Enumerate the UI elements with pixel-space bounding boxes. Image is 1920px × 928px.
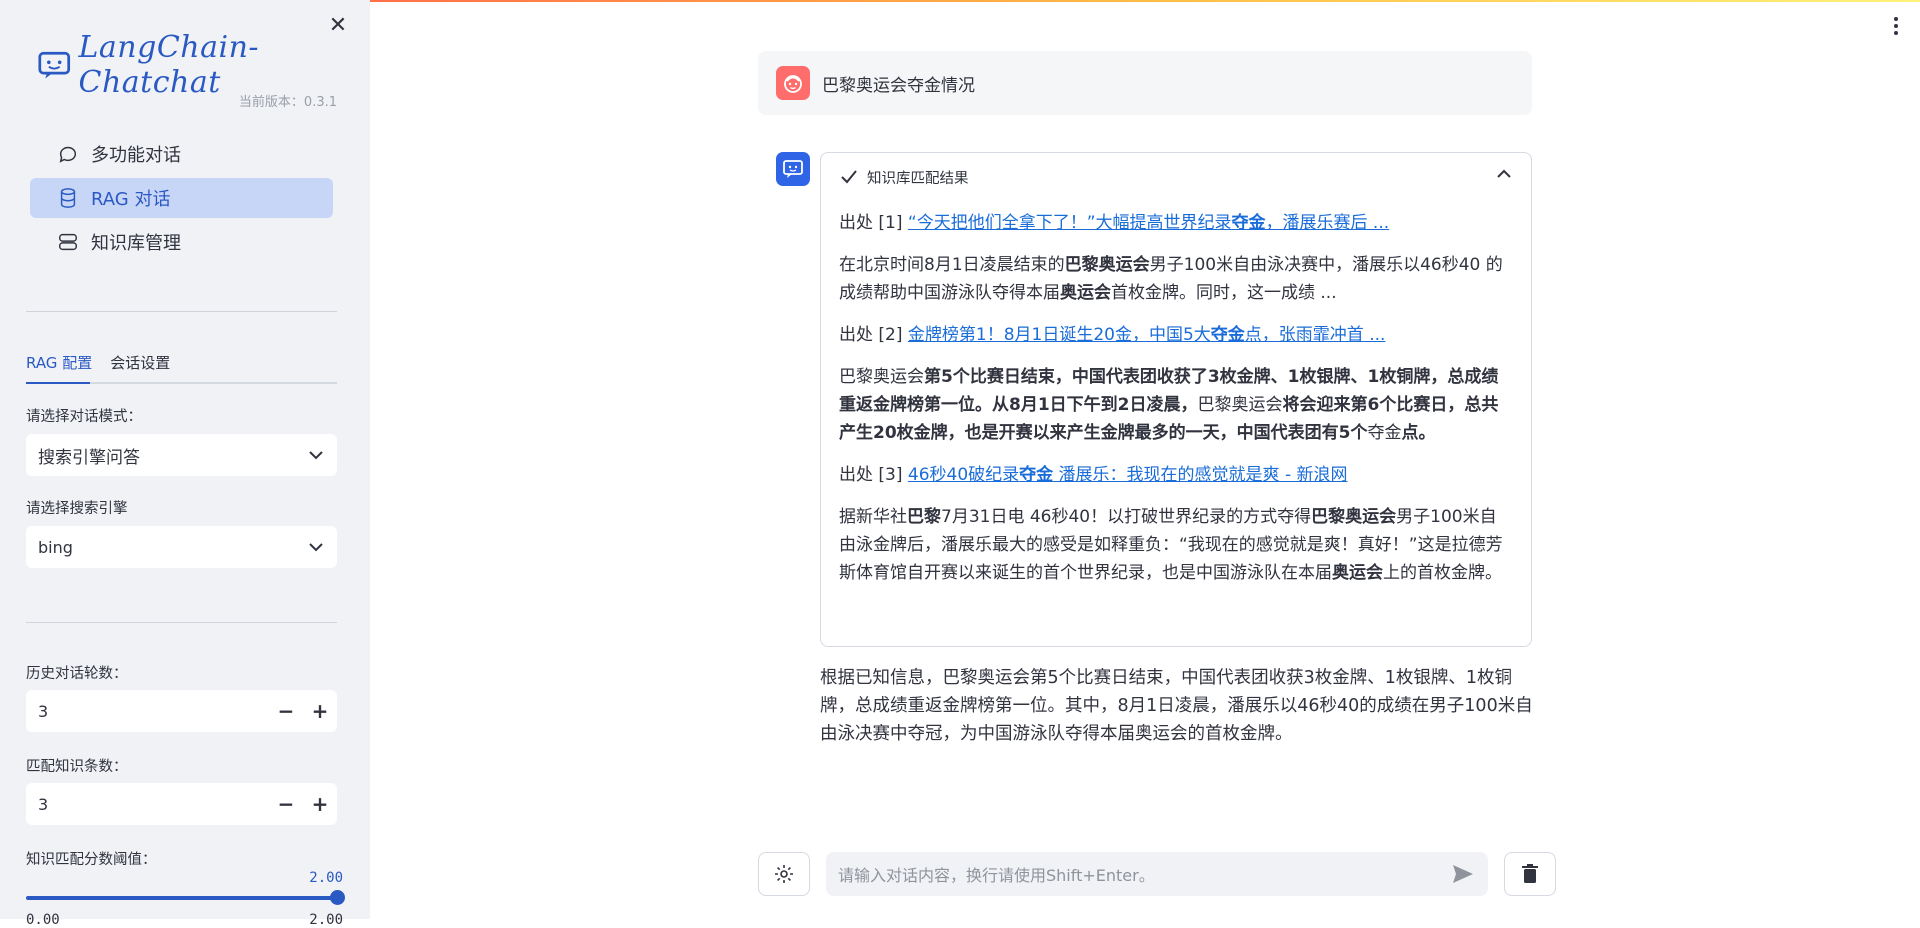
history-rounds-value[interactable]: 3 bbox=[38, 702, 269, 721]
chat-input-bar: 请输入对话内容，换行请使用Shift+Enter。 bbox=[758, 852, 1558, 898]
server-icon bbox=[59, 233, 77, 251]
source-prefix: 出处 [2] bbox=[839, 325, 908, 345]
threshold-value: 2.00 bbox=[309, 870, 343, 886]
history-rounds-label: 历史对话轮数： bbox=[26, 666, 128, 682]
increment-button[interactable]: + bbox=[303, 783, 337, 825]
active-tab-indicator bbox=[26, 382, 90, 384]
source-link[interactable]: 46秒40破纪录夺金 潘展乐：我现在的感觉就是爽 - 新浪网 bbox=[908, 465, 1348, 485]
threshold-label: 知识匹配分数阈值： bbox=[26, 852, 157, 868]
chevron-down-icon bbox=[309, 542, 323, 551]
main-menu-icon[interactable] bbox=[1893, 16, 1901, 36]
expander-body: 出处 [1] “今天把他们全拿下了！”大幅提高世界纪录夺金，潘展乐赛后 ... 在… bbox=[821, 209, 1531, 587]
dialog-mode-select[interactable]: 搜索引擎问答 bbox=[26, 434, 337, 476]
send-icon[interactable] bbox=[1452, 864, 1474, 884]
tab-session-settings[interactable]: 会话设置 bbox=[110, 348, 170, 384]
threshold-min: 0.00 bbox=[26, 912, 60, 928]
user-face-icon bbox=[784, 75, 802, 93]
database-icon bbox=[60, 188, 76, 208]
sidebar-item-label: 多功能对话 bbox=[91, 145, 181, 166]
sidebar-item-kb-manage[interactable]: 知识库管理 bbox=[30, 222, 333, 262]
source-link[interactable]: “今天把他们全拿下了！”大幅提高世界纪录夺金，潘展乐赛后 ... bbox=[908, 213, 1389, 233]
source-citation: 出处 [1] “今天把他们全拿下了！”大幅提高世界纪录夺金，潘展乐赛后 ... bbox=[839, 209, 1513, 237]
source-citation: 出处 [2] 金牌榜第1！8月1日诞生20金，中国5大夺金点，张雨霏冲首 ... bbox=[839, 321, 1513, 349]
sidebar: LangChain-Chatchat ✕ 当前版本：0.3.1 多功能对话 RA… bbox=[0, 0, 370, 928]
expander-title: 知识库匹配结果 bbox=[867, 170, 969, 187]
bot-chat-icon bbox=[783, 160, 803, 178]
decrement-button[interactable]: − bbox=[269, 783, 303, 825]
user-message-text: 巴黎奥运会夺金情况 bbox=[822, 75, 975, 96]
trash-icon bbox=[1522, 864, 1538, 883]
gear-icon bbox=[775, 865, 793, 883]
match-count-stepper[interactable]: 3 − + bbox=[26, 783, 337, 825]
dialog-mode-label: 请选择对话模式： bbox=[26, 409, 142, 425]
settings-button[interactable] bbox=[758, 852, 810, 896]
source-excerpt: 在北京时间8月1日凌晨结束的巴黎奥运会男子100米自由泳决赛中，潘展乐以46秒4… bbox=[839, 255, 1503, 303]
settings-tabs: RAG 配置 会话设置 bbox=[26, 348, 337, 384]
chat-input[interactable]: 请输入对话内容，换行请使用Shift+Enter。 bbox=[826, 852, 1488, 896]
source-citation: 出处 [3] 46秒40破纪录夺金 潘展乐：我现在的感觉就是爽 - 新浪网 bbox=[839, 461, 1513, 489]
chat-input-placeholder: 请输入对话内容，换行请使用Shift+Enter。 bbox=[838, 866, 1155, 885]
search-engine-label: 请选择搜索引擎 bbox=[26, 501, 128, 517]
dialog-mode-value: 搜索引擎问答 bbox=[38, 447, 140, 468]
kb-match-expander: 知识库匹配结果 出处 [1] “今天把他们全拿下了！”大幅提高世界纪录夺金，潘展… bbox=[820, 152, 1532, 647]
match-count-value[interactable]: 3 bbox=[38, 795, 269, 814]
chat-logo-icon bbox=[38, 51, 71, 79]
sidebar-item-label: RAG 对话 bbox=[91, 189, 171, 210]
assistant-avatar bbox=[776, 152, 810, 186]
app-logo: LangChain-Chatchat bbox=[38, 30, 370, 100]
clear-chat-button[interactable] bbox=[1504, 852, 1556, 896]
user-message: 巴黎奥运会夺金情况 bbox=[758, 51, 1532, 115]
chevron-down-icon bbox=[309, 450, 323, 459]
threshold-slider-handle[interactable] bbox=[330, 890, 345, 905]
sidebar-item-multi-chat[interactable]: 多功能对话 bbox=[30, 134, 333, 174]
search-engine-select[interactable]: bing bbox=[26, 526, 337, 568]
source-link[interactable]: 金牌榜第1！8月1日诞生20金，中国5大夺金点，张雨霏冲首 ... bbox=[908, 325, 1386, 345]
match-count-label: 匹配知识条数： bbox=[26, 759, 128, 775]
divider bbox=[26, 622, 337, 623]
chevron-up-icon[interactable] bbox=[1497, 169, 1511, 178]
tab-rag-config[interactable]: RAG 配置 bbox=[26, 348, 92, 384]
app-logo-text: LangChain-Chatchat bbox=[78, 30, 260, 100]
version-label: 当前版本：0.3.1 bbox=[238, 95, 337, 110]
user-avatar bbox=[776, 66, 810, 100]
decrement-button[interactable]: − bbox=[269, 690, 303, 732]
check-icon bbox=[841, 170, 857, 184]
close-sidebar-button[interactable]: ✕ bbox=[326, 14, 350, 38]
divider bbox=[26, 311, 337, 312]
expander-header[interactable]: 知识库匹配结果 bbox=[821, 153, 1531, 201]
increment-button[interactable]: + bbox=[303, 690, 337, 732]
threshold-slider-track[interactable] bbox=[26, 896, 337, 900]
source-excerpt: 巴黎奥运会第5个比赛日结束，中国代表团收获了3枚金牌、1枚银牌、1枚铜牌，总成绩… bbox=[839, 367, 1499, 443]
assistant-answer: 根据已知信息，巴黎奥运会第5个比赛日结束，中国代表团收获3枚金牌、1枚银牌、1枚… bbox=[820, 668, 1533, 744]
sidebar-item-label: 知识库管理 bbox=[91, 233, 181, 254]
history-rounds-stepper[interactable]: 3 − + bbox=[26, 690, 337, 732]
sidebar-item-rag-chat[interactable]: RAG 对话 bbox=[30, 178, 333, 218]
sidebar-menu: 多功能对话 RAG 对话 知识库管理 bbox=[30, 134, 333, 266]
threshold-max: 2.00 bbox=[309, 912, 343, 928]
source-prefix: 出处 [1] bbox=[839, 213, 908, 233]
search-engine-value: bing bbox=[38, 537, 73, 557]
source-prefix: 出处 [3] bbox=[839, 465, 908, 485]
chat-bubble-icon bbox=[59, 146, 77, 163]
source-excerpt: 据新华社巴黎7月31日电 46秒40！以打破世界纪录的方式夺得巴黎奥运会男子10… bbox=[839, 507, 1503, 583]
